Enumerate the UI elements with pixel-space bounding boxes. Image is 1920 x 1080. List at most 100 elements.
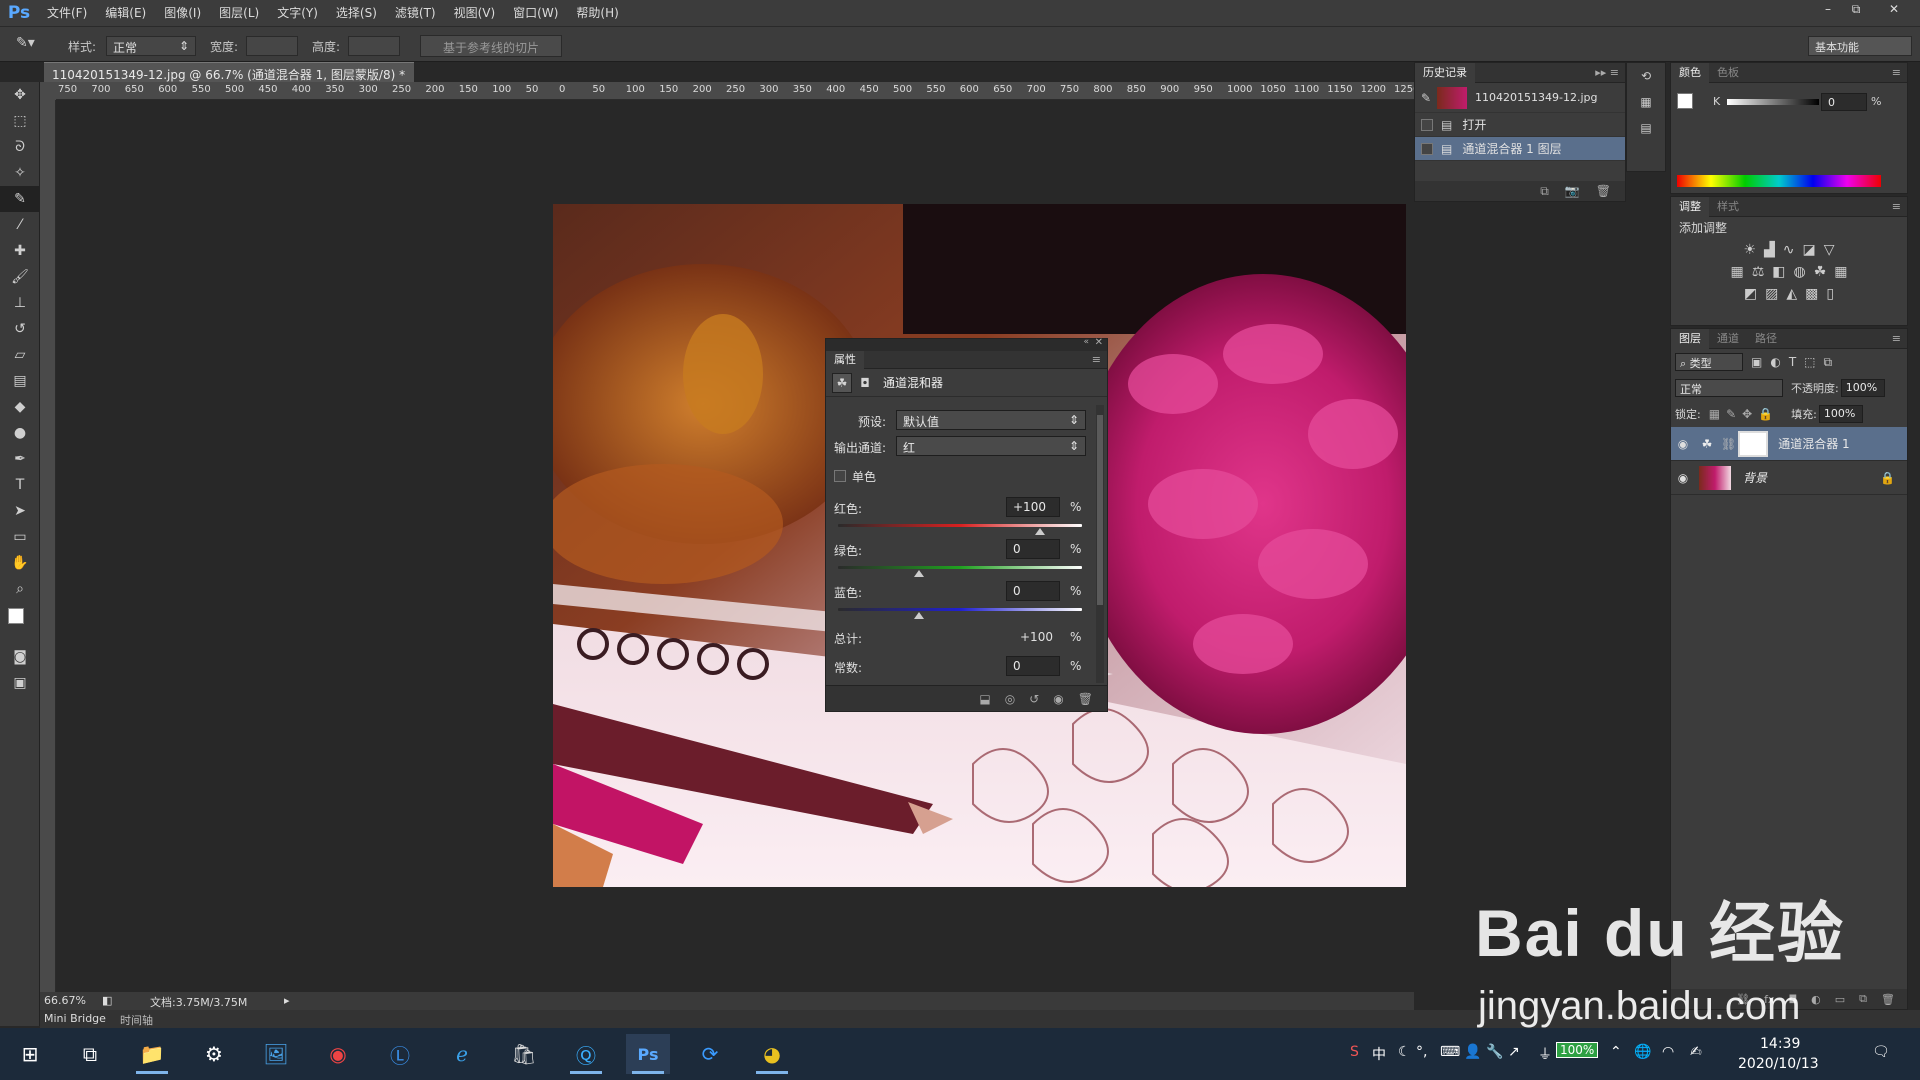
user-icon[interactable]: 👤 [1464, 1044, 1481, 1060]
monochrome-checkbox[interactable] [834, 470, 846, 482]
scrollbar-thumb[interactable] [1097, 415, 1103, 605]
shape-tool-icon[interactable]: ▭ [0, 524, 40, 550]
selective-color-icon[interactable]: ▩ [1805, 286, 1818, 302]
trash-icon[interactable]: 🗑 [1596, 184, 1611, 198]
hand-tool-icon[interactable]: ✋ [0, 550, 40, 576]
chrome-icon[interactable]: ◉ [316, 1034, 360, 1074]
history-item[interactable]: ▤ 通道混合器 1 图层 [1415, 137, 1625, 161]
history-brush-icon[interactable]: ↺ [0, 316, 40, 342]
tab-mini-bridge[interactable]: Mini Bridge [44, 1012, 106, 1025]
new-layer-icon[interactable]: ⧉ [1859, 992, 1867, 1006]
posterize-icon[interactable]: ▨ [1765, 286, 1778, 302]
red-slider-track[interactable] [838, 524, 1082, 527]
menu-type[interactable]: 文字(Y) [268, 0, 327, 26]
tools-icon[interactable]: 🔧 [1486, 1044, 1503, 1060]
panel-menu-icon[interactable]: ▸▸ ≡ [1595, 66, 1619, 79]
pixel-filter-icon[interactable]: ▣ [1751, 355, 1762, 369]
close-button[interactable]: ✕ [1880, 0, 1908, 18]
properties-scrollbar[interactable] [1096, 405, 1104, 683]
file-explorer-icon[interactable]: 📁 [130, 1034, 174, 1074]
lasso-tool-icon[interactable]: ᘐ [0, 134, 40, 160]
threshold-icon[interactable]: ◭ [1786, 286, 1797, 302]
green-slider-thumb[interactable] [913, 570, 924, 577]
panel-menu-icon[interactable]: ≡ [1892, 200, 1901, 213]
slice-tool-icon[interactable]: ✎ [0, 186, 40, 212]
pen-icon[interactable]: ✍ [1690, 1044, 1702, 1060]
delete-layer-icon[interactable]: 🗑 [1881, 993, 1895, 1006]
move-tool-icon[interactable]: ✥ [0, 82, 40, 108]
panel-menu-icon[interactable]: ≡ [1892, 66, 1901, 79]
color-balance-icon[interactable]: ⚖ [1752, 264, 1765, 280]
visibility-icon[interactable]: ◉ [1053, 692, 1063, 706]
menu-layer[interactable]: 图层(L) [210, 0, 268, 26]
history-checkbox[interactable] [1421, 142, 1433, 155]
style-select[interactable]: 正常 ⇕ [106, 36, 196, 56]
store-icon[interactable]: 🛍 [502, 1034, 546, 1074]
menu-select[interactable]: 选择(S) [327, 0, 386, 26]
blue-slider-thumb[interactable] [913, 612, 924, 619]
menu-view[interactable]: 视图(V) [445, 0, 505, 26]
constant-field[interactable]: 0 [1006, 656, 1060, 676]
eye-icon[interactable]: ◉ [1671, 471, 1695, 485]
photo-filter-icon[interactable]: ◍ [1794, 264, 1806, 280]
status-menu-icon[interactable]: ◧ [102, 994, 112, 1007]
green-slider-track[interactable] [838, 566, 1082, 569]
tab-timeline[interactable]: 时间轴 [120, 1012, 153, 1028]
gradient-map-icon[interactable]: ▯ [1826, 286, 1834, 302]
preset-select[interactable]: 默认值 ⇕ [896, 410, 1086, 430]
close-icon[interactable]: ✕ [1095, 337, 1103, 348]
smart-object-filter-icon[interactable]: ⧉ [1824, 355, 1833, 370]
info-panel-icon[interactable]: ▤ [1627, 115, 1665, 141]
sogou-ime-icon[interactable]: S [1350, 1044, 1359, 1060]
l-app-icon[interactable]: Ⓛ [378, 1034, 422, 1074]
screen-mode-icon[interactable]: ▣ [0, 670, 40, 696]
lock-all-icon[interactable]: 🔒 [1758, 407, 1773, 421]
layer-row[interactable]: ◉ 背景 🔒 [1671, 461, 1907, 495]
moon-icon[interactable]: ☾ [1398, 1044, 1411, 1060]
type-filter-icon[interactable]: T [1789, 355, 1796, 369]
red-slider-thumb[interactable] [1035, 528, 1046, 535]
blur-tool-icon[interactable]: ◆ [0, 394, 40, 420]
tab-properties[interactable]: 属性 [826, 350, 864, 369]
properties-panel-titlebar[interactable]: « ✕ [826, 337, 1107, 351]
browser-icon[interactable]: Ⓠ [564, 1034, 608, 1074]
levels-icon[interactable]: ▟ [1764, 242, 1775, 258]
new-group-icon[interactable]: ▭ [1835, 993, 1845, 1006]
battery-indicator[interactable]: 100% [1556, 1042, 1599, 1058]
eye-icon[interactable]: ◉ [1671, 437, 1695, 451]
menu-image[interactable]: 图像(I) [155, 0, 210, 26]
lock-position-icon[interactable]: ✥ [1742, 407, 1752, 421]
ie-icon[interactable]: ℯ [440, 1034, 484, 1074]
exposure-icon[interactable]: ◪ [1803, 242, 1816, 258]
history-brush-source-icon[interactable]: ✎ [1415, 91, 1437, 105]
plug-icon[interactable]: ⏚ [1538, 1044, 1552, 1064]
output-channel-select[interactable]: 红 ⇕ [896, 436, 1086, 456]
punct-icon[interactable]: °, [1416, 1044, 1427, 1060]
feishu-icon[interactable]: ⟳ [688, 1034, 732, 1074]
healing-brush-icon[interactable]: ✚ [0, 238, 40, 264]
layer-row[interactable]: ◉ ☘ ⛓ 通道混合器 1 [1671, 427, 1907, 461]
restore-button[interactable]: ⧉ [1842, 0, 1870, 18]
zoom-level[interactable]: 66.67% [44, 994, 86, 1007]
menu-edit[interactable]: 编辑(E) [96, 0, 155, 26]
mask-icon[interactable]: ◘ [855, 373, 875, 393]
layer-mask-thumbnail[interactable] [1738, 430, 1769, 457]
quick-mask-icon[interactable]: ◙ [0, 644, 40, 670]
red-field[interactable]: +100 [1006, 497, 1060, 517]
height-field[interactable] [348, 36, 400, 56]
new-adjustment-icon[interactable]: ◐ [1811, 993, 1821, 1006]
history-snapshot[interactable]: ✎ 110420151349-12.jpg [1415, 83, 1625, 113]
hue-saturation-icon[interactable]: ▦ [1730, 264, 1743, 280]
brush-tool-icon[interactable]: 🖌 [0, 264, 40, 290]
settings-icon[interactable]: ⚙ [192, 1034, 236, 1074]
start-icon[interactable]: ⊞ [8, 1034, 52, 1074]
blue-slider-track[interactable] [838, 608, 1082, 611]
brightness-icon[interactable]: ☀ [1743, 242, 1756, 258]
k-value-field[interactable]: 0 [1821, 93, 1867, 111]
qq-browser-icon[interactable]: ◕ [750, 1034, 794, 1074]
color-spectrum[interactable] [1677, 175, 1881, 187]
tab-color[interactable]: 颜色 [1671, 62, 1709, 83]
channel-mixer-icon[interactable]: ☘ [832, 372, 852, 393]
gradient-tool-icon[interactable]: ▤ [0, 368, 40, 394]
slices-from-guides-button[interactable]: 基于参考线的切片 [420, 35, 563, 57]
